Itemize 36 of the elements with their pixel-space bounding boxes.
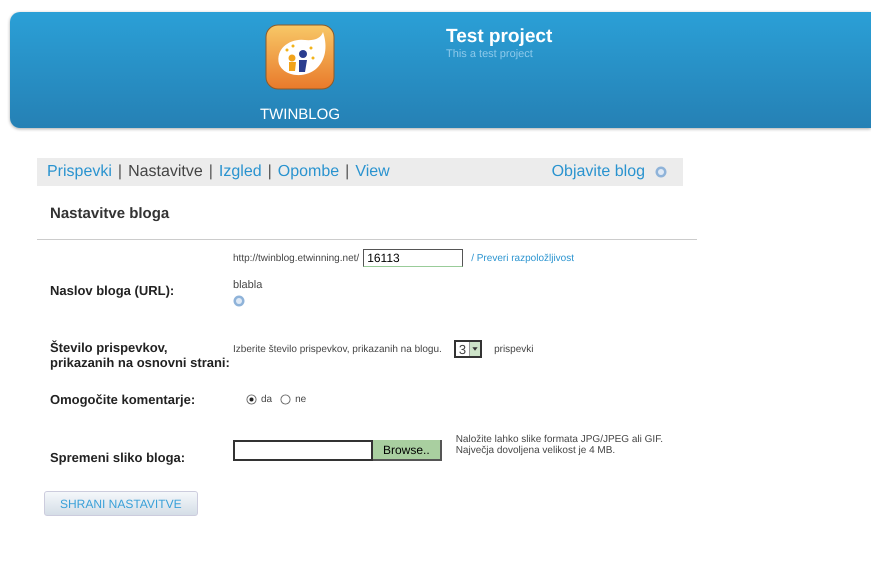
field-hint: Izberite število prispevkov, prikazanih na blogu. [233,344,442,354]
url-field[interactable]: 16113 [363,249,464,267]
separator: | [208,163,213,181]
separator: | [345,163,350,181]
radio-button[interactable] [246,394,257,405]
separator: | [118,163,122,181]
project-subtitle: This a test project [446,48,534,60]
file-field[interactable] [233,440,373,461]
url-prefix: http://twinblog.etwinning.net/ [233,252,360,264]
count-select[interactable]: 3 [454,340,482,358]
separator: | [268,163,272,181]
field-label: Število prispevkov, prikazanih na osnovni strani: [50,340,231,370]
logo-icon [265,24,335,90]
browse-button[interactable]: Browse.. [373,440,442,461]
publish-link[interactable]: Objavite blog [552,163,645,181]
field-label: Omogočite komentarje: [50,392,196,407]
nav-tab[interactable]: Nastavitve [128,163,203,181]
availability-link[interactable]: / Preveri razpoložljivost [471,252,574,264]
radio-button[interactable] [280,394,292,405]
nav-tab[interactable]: Prispevki [47,163,112,181]
section-heading: Nastavitve bloga [50,205,170,222]
radio-label: ne [295,394,306,405]
select-suffix: prispevki [494,344,534,354]
field-label: Spremeni sliko bloga: [50,450,186,465]
field-note: blabla [233,279,264,291]
radio-label: da [261,394,272,405]
nav-tab[interactable]: Opombe [278,163,340,181]
logo-text: TWINBLOG [260,106,340,123]
nav-tab[interactable]: Izgled [218,163,262,181]
save-button[interactable]: SHRANI NASTAVITVE [44,491,198,516]
project-title: Test project [446,26,552,48]
nav-tab[interactable]: View [355,163,390,181]
field-label: Naslov bloga (URL): [50,283,176,298]
upload-note: Naložite lahko slike formata JPG/JPEG ali GIF. [456,434,664,445]
caret-icon [469,342,480,356]
upload-note: Največja dovoljena velikost je 4 MB. [456,445,616,456]
